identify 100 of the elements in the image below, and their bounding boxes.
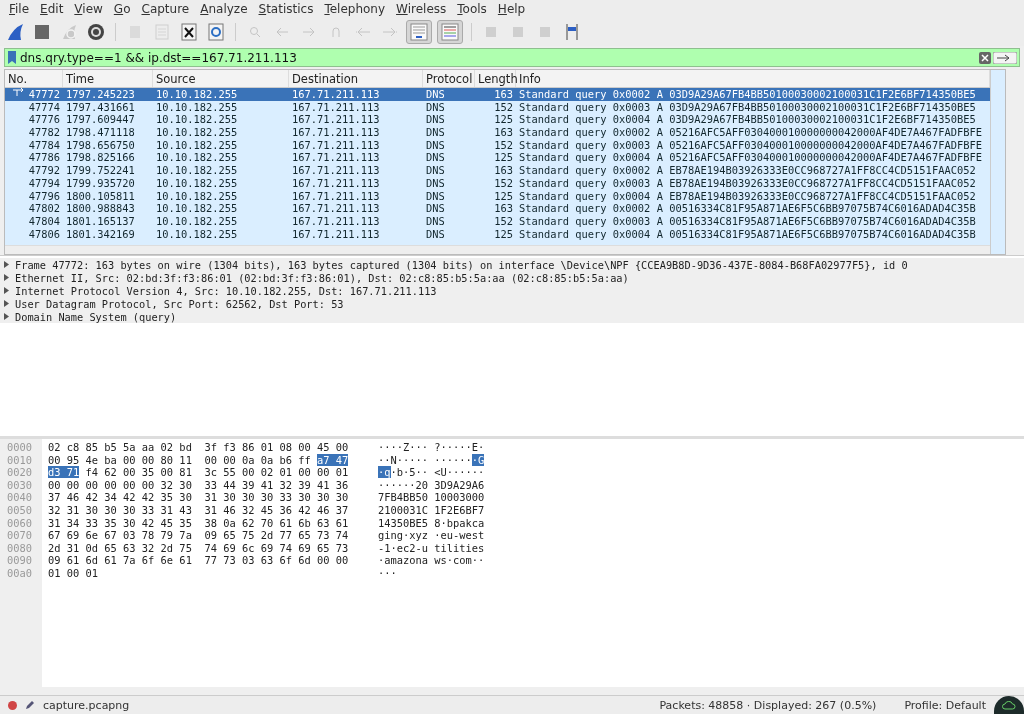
packet-row[interactable]: 47776 1797.609447 10.10.182.255 167.71.211.113 DNS 125 Standard query 0x0004 A 03D9A29A67FB4BB50100030002100031C1F2E6BF714350BE5 (5, 113, 990, 127)
menu-item[interactable]: Statistics (258, 2, 314, 16)
hex-bytes: 00 95 4e ba 00 00 80 11 00 00 0a 0a b6 ff (48, 453, 312, 466)
menu-item[interactable]: Wireless (396, 2, 447, 16)
toolbar-button[interactable] (178, 21, 200, 43)
table-cell-text: 163 (493, 164, 514, 177)
table-cell-text: Standard query 0x0003 A 00516334C81F95A871AE6F5C6BB97075B74C6016ADAD4C35B (518, 214, 977, 228)
menu-item[interactable]: File (9, 2, 30, 16)
table-cell-text: 47804 (27, 214, 61, 228)
hex-bytes: 09 61 6d 61 7a 6f 6e 61 77 73 03 63 6f 6d 00 00 (48, 554, 349, 567)
table-cell-text: DNS (425, 88, 446, 101)
shark-fin-icon (5, 22, 25, 42)
byte-offset: 0090 (6, 554, 34, 567)
menu-item[interactable]: Capture (141, 2, 190, 16)
stop-icon (34, 24, 50, 40)
horizontal-scrollbar[interactable] (5, 245, 990, 254)
table-cell-text: 47806 (27, 227, 61, 241)
display-filter-input[interactable]: dns.qry.type==1 && ip.dst==167.71.211.113 (16, 50, 979, 65)
ascii-text: ····Z··· ?·····E· (378, 441, 485, 453)
table-cell-text: 167.71.211.113 (291, 113, 381, 127)
table-cell-text: 47794 (27, 176, 61, 190)
table-cell-text: 1798.825166 (65, 151, 136, 165)
table-cell-text: 47792 (27, 164, 61, 177)
ascii-text: 7FB4BB50 10003000 (378, 491, 485, 504)
table-cell-text: DNS (425, 126, 446, 139)
packet-row[interactable]: 47782 1798.471118 10.10.182.255 167.71.211.113 DNS 163 Standard query 0x0002 A 05216AFC5AFF030400010000000042000AF4DE7A467FADFBFE (5, 126, 990, 139)
display-filter-field[interactable]: dns.qry.type==1 && ip.dst==167.71.211.113 (4, 48, 1020, 67)
tree-item[interactable]: Domain Name System (query) (0, 310, 1024, 323)
list-scroll-icon (410, 23, 428, 41)
table-cell-text: 167.71.211.113 (291, 126, 381, 139)
ascii-text: -1·ec2-u tilities (378, 541, 485, 554)
restart-icon (60, 23, 78, 41)
table-cell-text: 167.71.211.113 (291, 88, 381, 101)
packet-row[interactable]: 47792 1799.752241 10.10.182.255 167.71.211.113 DNS 163 Standard query 0x0002 A EB78AE194B03926333E0CC968727A1FF8CC4CD5151FAAC052 (5, 164, 990, 177)
apply-arrow-icon[interactable] (993, 51, 1017, 64)
table-cell-text: 1800.988843 (65, 202, 136, 215)
table-cell-text: Standard query 0x0004 A EB78AE194B03926333E0CC968727A1FF8CC4CD5151FAAC052 (518, 189, 977, 203)
menu-item[interactable]: Go (113, 2, 131, 16)
table-cell-text: 10.10.182.255 (155, 164, 239, 177)
packet-row[interactable]: 47786 1798.825166 10.10.182.255 167.71.211.113 DNS 125 Standard query 0x0004 A 05216AFC5AFF030400010000000042000AF4DE7A467FADFBFE (5, 151, 990, 165)
byte-offset: 0080 (6, 541, 34, 555)
byte-offset: 0010 (6, 453, 34, 467)
table-cell-text: 47802 (27, 202, 61, 215)
table-cell-text: 47774 (27, 100, 61, 114)
table-cell-text: DNS (425, 227, 446, 241)
packet-row[interactable]: 47772 1797.245223 10.10.182.255 167.71.211.113 DNS 163 Standard query 0x0002 A 03D9A29A67FB4BB50100030002100031C1F2E6BF714350BE5 (5, 88, 990, 101)
ascii-text: 14350BE5 8·bpakca (378, 516, 485, 529)
hex-bytes: 02 c8 85 b5 5a aa 02 bd 3f f3 86 01 08 00 45 00 (48, 441, 349, 453)
pencil-icon[interactable] (25, 700, 35, 710)
menu-item[interactable]: Tools (457, 2, 487, 16)
packet-number: 47772 (28, 88, 60, 101)
column-header[interactable]: Time (63, 70, 153, 87)
table-cell-text: 167.71.211.113 (291, 214, 381, 228)
profile-label[interactable]: Profile: Default (904, 698, 986, 712)
table-cell-text: 47784 (27, 138, 61, 152)
right-arrow-icon (382, 26, 398, 38)
column-header[interactable]: Protocol (423, 70, 475, 87)
clear-icon[interactable] (979, 51, 991, 64)
tree-item[interactable]: Ethernet II, Src: 02:bd:3f:f3:86:01 (02:bd:3f:f3:86:01), Dst: 02:c8:85:b5:5a:aa (02:c8:85:b5:5a:aa) (0, 271, 1024, 284)
colored-lines-icon (441, 23, 459, 41)
table-cell-text: 47796 (27, 189, 61, 203)
bookmark-icon (8, 51, 16, 64)
menu-item[interactable]: Help (497, 2, 526, 16)
cloud-button[interactable] (994, 696, 1024, 714)
table-cell-text: 10.10.182.255 (155, 227, 239, 241)
menu-item[interactable]: Telephony (324, 2, 386, 16)
table-cell-text: DNS (425, 164, 446, 177)
vertical-scrollbar[interactable] (990, 70, 1005, 254)
table-cell-text: 1797.431661 (65, 100, 136, 114)
byte-offset: 00a0 (6, 566, 34, 580)
column-header[interactable]: Destination (289, 70, 423, 87)
menu-item[interactable]: View (74, 2, 103, 16)
reload-file-icon (208, 23, 224, 41)
table-cell-text: 163 (493, 126, 514, 139)
hex-bytes: d3 71 (48, 466, 80, 479)
search-icon (249, 26, 261, 38)
file-name: capture.pcapng (43, 698, 130, 712)
ascii-text: ··· (378, 566, 397, 579)
ascii-text: ·G (471, 453, 485, 466)
menu-item[interactable]: Analyze (200, 2, 248, 16)
table-cell-text: 167.71.211.113 (291, 151, 381, 165)
column-header[interactable]: No. (5, 70, 63, 87)
tree-item[interactable]: Internet Protocol Version 4, Src: 10.10.182.255, Dst: 167.71.211.113 (0, 284, 1024, 297)
ascii-text: ··N····· ······ (378, 453, 472, 466)
table-cell-text: Standard query 0x0003 A 05216AFC5AFF030400010000000042000AF4DE7A467FADFBFE (518, 138, 983, 152)
tree-item-text: User Datagram Protocol, Src Port: 62562, Dst Port: 53 (15, 297, 344, 310)
packet-row[interactable]: 47802 1800.988843 10.10.182.255 167.71.211.113 DNS 163 Standard query 0x0002 A 00516334C81F95A871AE6F5C6BB97075B74C6016ADAD4C35B (5, 202, 990, 215)
toolbar-button[interactable] (85, 21, 107, 43)
table-cell-text: 125 (493, 227, 514, 241)
table-cell-text: 163 (493, 88, 514, 101)
column-header[interactable]: Source (153, 70, 289, 87)
tree-item[interactable]: User Datagram Protocol, Src Port: 62562, Dst Port: 53 (0, 297, 1024, 310)
byte-offset: 0000 (6, 441, 34, 454)
table-cell-text: DNS (425, 113, 446, 127)
ascii-text: ······20 3D9A29A6 (378, 478, 485, 491)
menu-item[interactable]: Edit (40, 2, 64, 16)
table-cell-text: 163 (493, 202, 514, 215)
column-header[interactable]: Length (475, 70, 516, 87)
tree-item-text: Domain Name System (query) (15, 310, 177, 323)
hex-bytes: 32 31 30 30 30 33 31 43 31 46 32 45 36 42 46 37 (48, 503, 349, 516)
